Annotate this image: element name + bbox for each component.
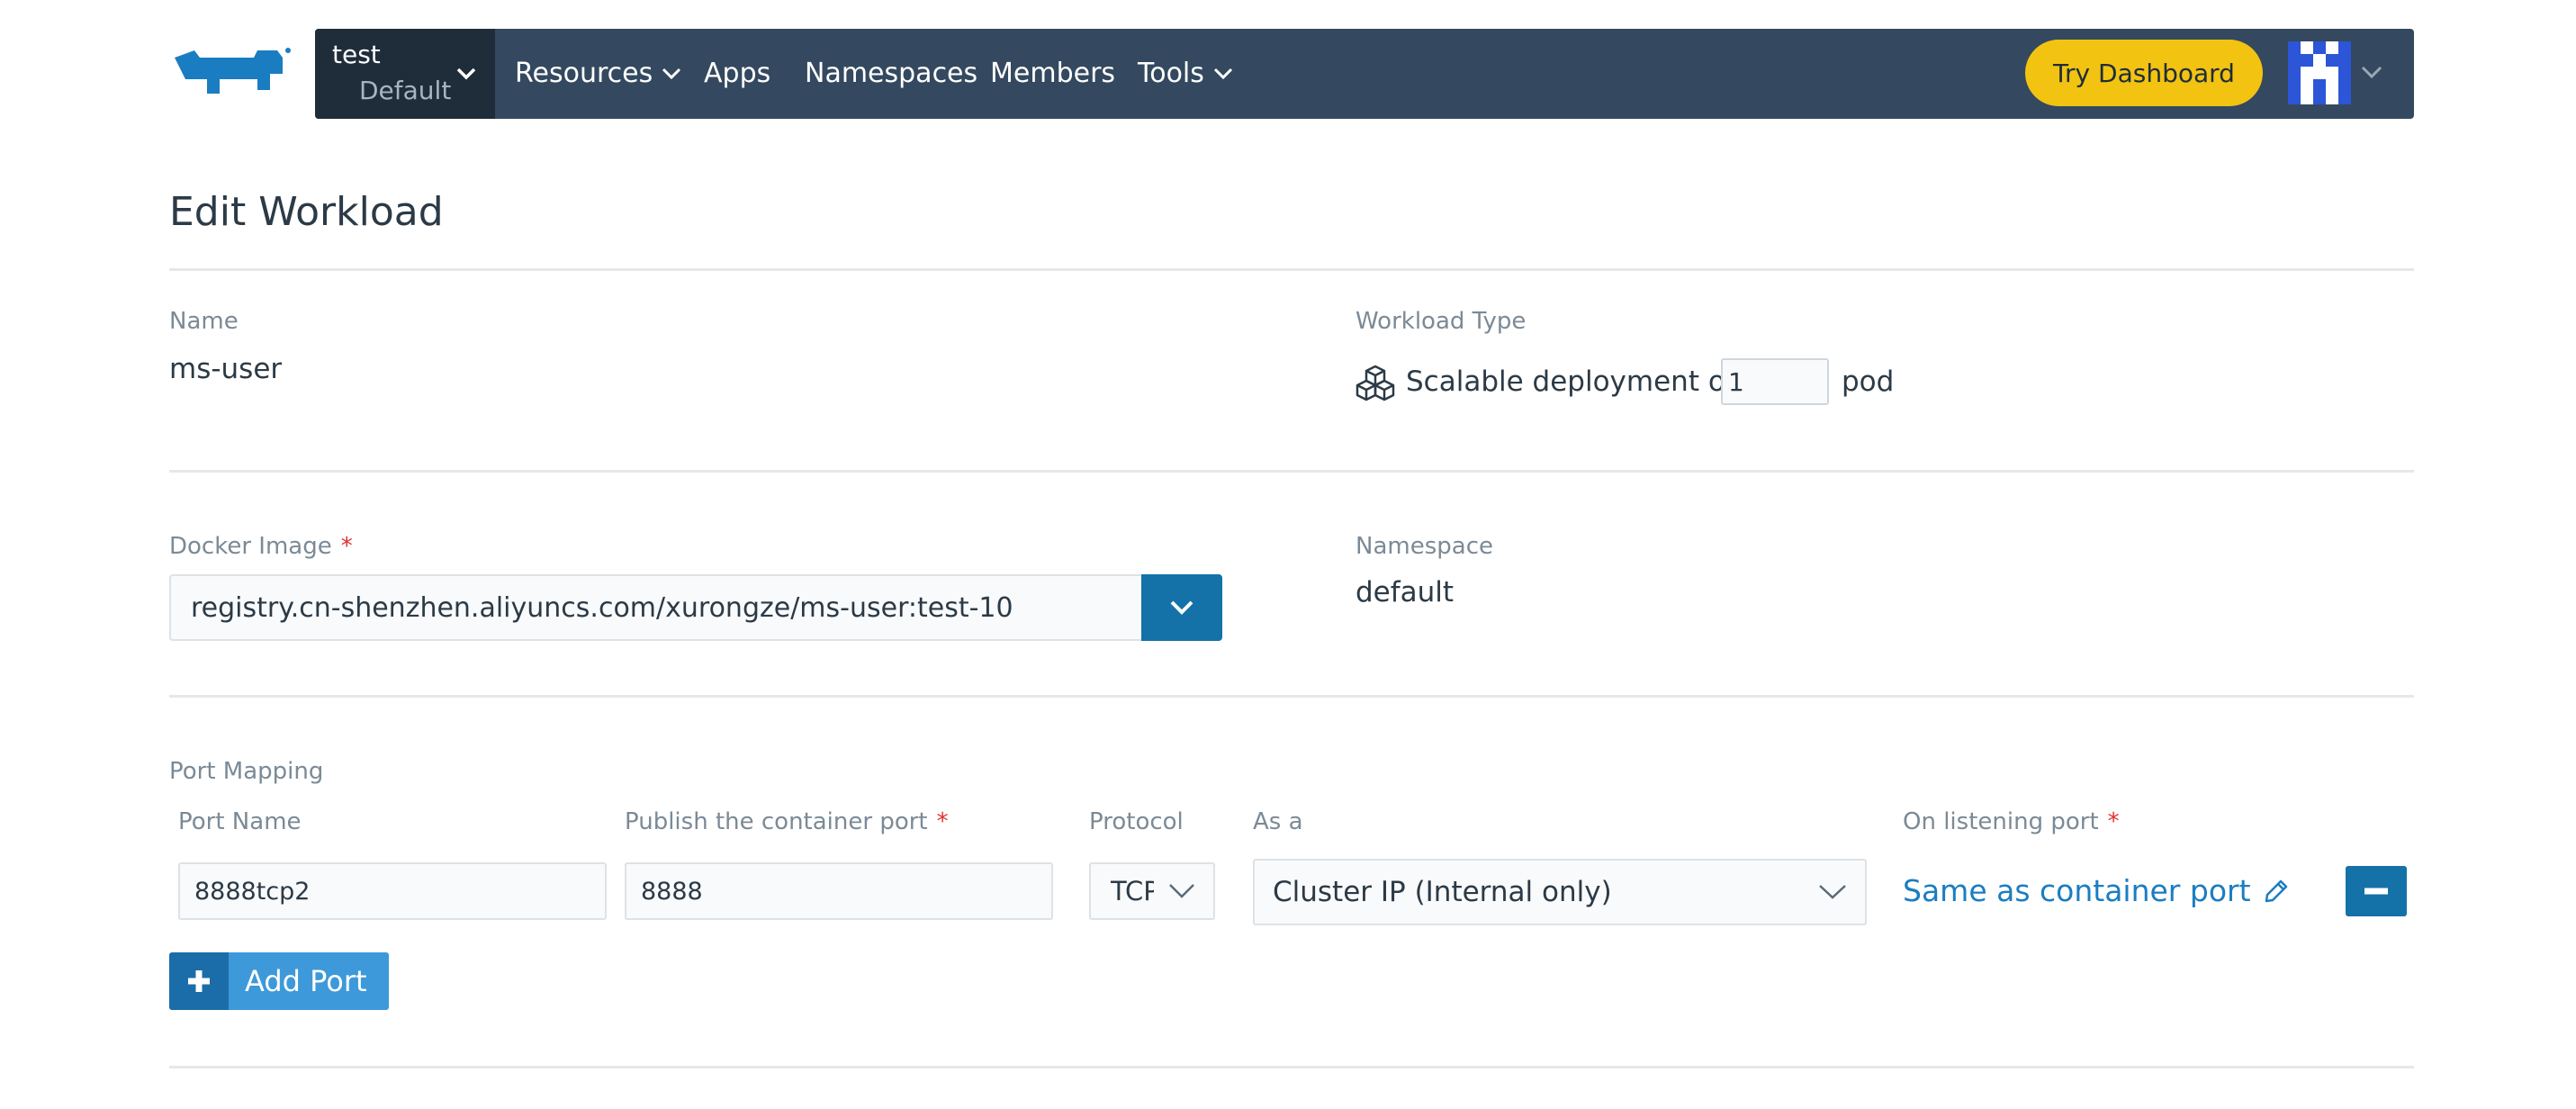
remove-port-button[interactable] bbox=[2346, 866, 2407, 916]
listening-port-header-text: On listening port bbox=[1903, 808, 2099, 835]
listening-port-header: On listening port * bbox=[1903, 808, 2120, 835]
divider bbox=[169, 1066, 2414, 1068]
divider bbox=[169, 268, 2414, 271]
user-avatar[interactable] bbox=[2288, 41, 2351, 104]
container-port-header-text: Publish the container port bbox=[625, 808, 928, 835]
as-a-header: As a bbox=[1253, 808, 1303, 835]
port-name-header: Port Name bbox=[178, 808, 302, 835]
chevron-down-icon bbox=[662, 68, 681, 79]
chevron-down-icon bbox=[1819, 885, 1846, 899]
cube-icon bbox=[1356, 365, 1395, 401]
port-mapping-label: Port Mapping bbox=[169, 758, 324, 785]
docker-image-label-text: Docker Image bbox=[169, 533, 332, 560]
nav-resources-label: Resources bbox=[515, 58, 653, 89]
nav-resources[interactable]: Resources bbox=[515, 58, 681, 89]
service-type-select[interactable]: Cluster IP (Internal only) bbox=[1253, 859, 1867, 925]
container-port-header: Publish the container port * bbox=[625, 808, 949, 835]
listening-port-edit-link[interactable]: Same as container port bbox=[1903, 873, 2289, 908]
name-label: Name bbox=[169, 308, 239, 335]
docker-image-input[interactable] bbox=[169, 574, 1141, 641]
nav-namespaces[interactable]: Namespaces bbox=[805, 58, 977, 89]
minus-icon bbox=[2364, 888, 2388, 895]
replicas-input[interactable] bbox=[1721, 358, 1829, 405]
protocol-select[interactable]: TCP bbox=[1089, 862, 1215, 920]
nav-tools[interactable]: Tools bbox=[1138, 58, 1233, 89]
nav-apps-label: Apps bbox=[704, 58, 771, 89]
nav-apps[interactable]: Apps bbox=[704, 58, 770, 89]
chevron-down-icon[interactable] bbox=[2360, 65, 2383, 79]
port-name-input[interactable] bbox=[178, 862, 607, 920]
service-type-value: Cluster IP (Internal only) bbox=[1273, 876, 1612, 908]
nav-namespaces-label: Namespaces bbox=[805, 58, 978, 89]
required-mark: * bbox=[936, 808, 949, 835]
chevron-down-icon bbox=[1169, 884, 1194, 898]
namespace-label: Namespace bbox=[1356, 533, 1493, 560]
page-title: Edit Workload bbox=[169, 189, 444, 235]
divider bbox=[169, 470, 2414, 473]
docker-image-label: Docker Image * bbox=[169, 533, 353, 560]
nav-members[interactable]: Members bbox=[990, 58, 1115, 89]
required-mark: * bbox=[2107, 808, 2120, 835]
context-cluster-name[interactable]: test bbox=[332, 40, 381, 69]
workload-type-suffix: pod bbox=[1842, 365, 1895, 398]
protocol-value: TCP bbox=[1111, 876, 1154, 906]
nav-tools-label: Tools bbox=[1138, 58, 1204, 89]
add-port-icon-box bbox=[169, 952, 229, 1010]
add-port-button[interactable]: Add Port bbox=[169, 952, 389, 1010]
chevron-down-icon[interactable] bbox=[455, 67, 477, 81]
plus-icon bbox=[188, 970, 210, 992]
divider bbox=[169, 695, 2414, 698]
add-port-label: Add Port bbox=[229, 952, 389, 1010]
namespace-value: default bbox=[1356, 576, 1455, 609]
listening-port-value: Same as container port bbox=[1903, 873, 2251, 908]
chevron-down-icon bbox=[1170, 600, 1193, 615]
chevron-down-icon bbox=[1213, 68, 1232, 79]
rancher-logo[interactable] bbox=[167, 43, 293, 106]
nav-members-label: Members bbox=[990, 58, 1116, 89]
protocol-header: Protocol bbox=[1089, 808, 1184, 835]
pencil-icon bbox=[2265, 879, 2287, 902]
name-value: ms-user bbox=[169, 353, 283, 385]
context-project-name[interactable]: Default bbox=[359, 76, 451, 105]
container-port-input[interactable] bbox=[625, 862, 1053, 920]
try-dashboard-button[interactable]: Try Dashboard bbox=[2025, 40, 2263, 106]
image-dropdown-button[interactable] bbox=[1141, 574, 1222, 641]
workload-type-label: Workload Type bbox=[1356, 308, 1527, 335]
required-mark: * bbox=[340, 533, 353, 560]
workload-type-prefix: Scalable deployment of bbox=[1406, 365, 1735, 398]
